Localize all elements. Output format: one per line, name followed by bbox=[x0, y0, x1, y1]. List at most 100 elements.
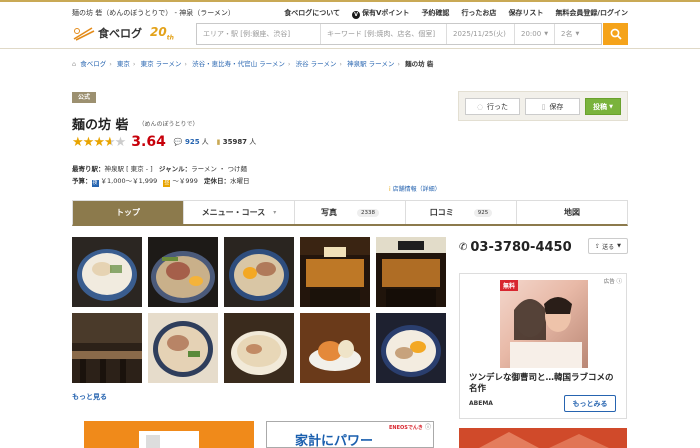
anniversary-suffix: th bbox=[166, 34, 174, 42]
free-badge: 無料 bbox=[500, 280, 519, 291]
holiday-value: 水曜日 bbox=[230, 177, 250, 185]
breadcrumb-current: 麺の坊 砦 bbox=[405, 60, 434, 68]
photo-dessert[interactable] bbox=[300, 313, 370, 383]
time-select[interactable]: 20:00 ▼ bbox=[515, 24, 555, 44]
photo-ramen-side[interactable] bbox=[224, 313, 294, 383]
save-button[interactable]: ▯ 保存 bbox=[525, 98, 580, 115]
search-button[interactable] bbox=[603, 23, 628, 45]
ad-cta-button[interactable]: もっとみる bbox=[564, 395, 616, 412]
breadcrumb-item[interactable]: 食べログ bbox=[80, 60, 106, 68]
tabelog-logo[interactable]: 食べログ 20th bbox=[72, 25, 174, 41]
tab-label: 口コミ bbox=[429, 208, 454, 217]
save-count-value: 35987 bbox=[222, 138, 248, 146]
breadcrumb-item[interactable]: 東京 ラーメン bbox=[141, 60, 182, 68]
bottom-ad-red[interactable] bbox=[459, 428, 627, 448]
anniversary-number: 20 bbox=[150, 25, 167, 39]
photo-ramen-egg[interactable] bbox=[224, 237, 294, 307]
photo-ramen-bowl-top[interactable] bbox=[148, 313, 218, 383]
breadcrumb-separator: › bbox=[397, 60, 401, 68]
star-full-icon: ★ bbox=[93, 134, 105, 150]
phone-number[interactable]: ✆ 03-3780-4450 bbox=[459, 240, 572, 255]
breadcrumb-item[interactable]: 神泉駅 ラーメン bbox=[347, 60, 394, 68]
eneos-brand: ENEOSでんき bbox=[389, 425, 423, 431]
breadcrumb-separator: › bbox=[339, 60, 343, 68]
photo-storefront-night[interactable] bbox=[300, 237, 370, 307]
shop-info-detail-label: 店舗情報（詳細） bbox=[392, 186, 441, 193]
breadcrumb-item[interactable]: 渋谷 ラーメン bbox=[296, 60, 337, 68]
keyword-search-input[interactable]: キーワード [例:焼肉、店名、個室] bbox=[321, 24, 447, 44]
check-icon: ◌ bbox=[476, 102, 484, 111]
people-select[interactable]: 2名 ▼ bbox=[555, 24, 599, 44]
review-count-value: 925 bbox=[184, 138, 200, 146]
action-box: ◌ 行った ▯ 保存 投稿 ▼ bbox=[458, 91, 628, 121]
save-label: 保存 bbox=[549, 102, 564, 111]
budget-label: 予算： bbox=[72, 177, 92, 185]
home-icon: ⌂ bbox=[72, 60, 77, 68]
lunch-budget-icon: 昼 bbox=[163, 180, 171, 187]
shop-info-detail-link[interactable]: ⅰ 店舗情報（詳細） bbox=[389, 184, 441, 193]
photo-ramen-white-broth[interactable] bbox=[72, 237, 142, 307]
shop-tabs: トップ メニュー・コース ▾ 写真 2338 口コミ 925 地図 bbox=[72, 200, 628, 226]
save-count-unit: 人 bbox=[249, 138, 257, 146]
holiday-label: 定休日： bbox=[204, 177, 231, 185]
genre-value: ラーメン ・ つけ麺 bbox=[191, 165, 247, 173]
date-select[interactable]: 2025/11/25(火) bbox=[447, 24, 515, 44]
breadcrumb-separator: › bbox=[109, 60, 112, 68]
breadcrumb-item[interactable]: 東京 bbox=[117, 60, 130, 68]
photo-interior-counter[interactable] bbox=[72, 313, 142, 383]
post-label: 投稿 bbox=[593, 102, 608, 111]
station-link[interactable]: 神泉駅 bbox=[105, 165, 125, 173]
breadcrumb-separator: › bbox=[287, 60, 291, 68]
tab-map[interactable]: 地図 bbox=[517, 201, 627, 224]
header: 食べログ 20th エリア・駅 [例:銀座、渋谷] キーワード [例:焼肉、店名… bbox=[0, 19, 700, 49]
official-badge: 公式 bbox=[72, 92, 96, 103]
phone-value: 03-3780-4450 bbox=[470, 240, 572, 255]
breadcrumb-separator: › bbox=[184, 60, 188, 68]
station-label: 最寄り駅： bbox=[72, 165, 105, 173]
tab-reviews[interactable]: 口コミ 925 bbox=[406, 201, 517, 224]
shop-name-ruby: （めんのぼうとりで） bbox=[138, 121, 199, 128]
tab-photos[interactable]: 写真 2338 bbox=[295, 201, 406, 224]
time-value: 20:00 bbox=[521, 30, 542, 38]
breadcrumb: ⌂ 食べログ › 東京 › 東京 ラーメン › 渋谷・恵比寿・代官山 ラーメン › 渋谷… bbox=[72, 58, 433, 68]
vpoint-link[interactable]: V 保有Vポイント bbox=[352, 8, 409, 19]
photo-storefront-sign[interactable] bbox=[376, 237, 446, 307]
reservation-link[interactable]: 予約確認 bbox=[421, 8, 449, 19]
vpoint-label: 保有Vポイント bbox=[362, 9, 410, 17]
post-button[interactable]: 投稿 ▼ bbox=[585, 98, 621, 115]
visited-link[interactable]: 行ったお店 bbox=[461, 8, 496, 19]
tab-label: 地図 bbox=[564, 208, 580, 217]
people-chevron-icon: ▼ bbox=[575, 31, 580, 37]
bottom-ad-eneos[interactable]: ⓘ ENEOSでんき 家計にパワー bbox=[266, 421, 434, 448]
photo-ramen-tonkotsu[interactable] bbox=[376, 313, 446, 383]
top-bar: 麺の坊 砦（めんのぼうとりで） - 神泉（ラーメン） 食べログについて V 保有V… bbox=[0, 0, 700, 19]
photo-ramen-chashu[interactable] bbox=[148, 237, 218, 307]
ad-info-icon: ⓘ bbox=[616, 279, 622, 285]
login-link[interactable]: 無料会員登録/ログイン bbox=[555, 8, 628, 19]
ad-banner[interactable]: 広告 ⓘ 無料 ツンデレな御曹司と…韓国ラブコメの名作 ABEMA もっとみる bbox=[459, 273, 627, 419]
tab-count: 925 bbox=[473, 208, 493, 217]
vpoint-icon: V bbox=[352, 11, 361, 19]
review-count[interactable]: 💬 925 人 bbox=[174, 137, 209, 147]
send-button[interactable]: ⇪ 送る ▼ bbox=[588, 238, 628, 254]
budget-row: 予算：夜 ￥1,000～￥1,999 昼～￥999 定休日：水曜日 bbox=[72, 175, 250, 187]
tab-label: 写真 bbox=[321, 208, 337, 217]
review-count-unit: 人 bbox=[201, 138, 209, 146]
logo-text: 食べログ bbox=[98, 27, 142, 41]
genre-label: ジャンル： bbox=[158, 165, 192, 173]
more-photos-link[interactable]: もっと見る bbox=[72, 392, 107, 402]
dinner-budget-icon: 夜 bbox=[91, 180, 99, 187]
saved-list-link[interactable]: 保存リスト bbox=[508, 8, 543, 19]
phone-icon: ✆ bbox=[459, 242, 468, 253]
star-half-icon: ★ bbox=[103, 134, 116, 150]
page-title: 麺の坊 砦（めんのぼうとりで） - 神泉（ラーメン） bbox=[72, 9, 235, 17]
tab-menu[interactable]: メニュー・コース ▾ bbox=[184, 201, 295, 224]
bottom-ad-orange[interactable] bbox=[84, 421, 254, 448]
area-search-input[interactable]: エリア・駅 [例:銀座、渋谷] bbox=[197, 24, 321, 44]
time-chevron-icon: ▼ bbox=[544, 31, 549, 37]
star-full-icon: ★ bbox=[82, 134, 95, 150]
tab-top[interactable]: トップ bbox=[73, 201, 184, 224]
breadcrumb-item[interactable]: 渋谷・恵比寿・代官山 ラーメン bbox=[192, 60, 285, 68]
went-button[interactable]: ◌ 行った bbox=[465, 98, 520, 115]
about-link[interactable]: 食べログについて bbox=[284, 8, 340, 19]
